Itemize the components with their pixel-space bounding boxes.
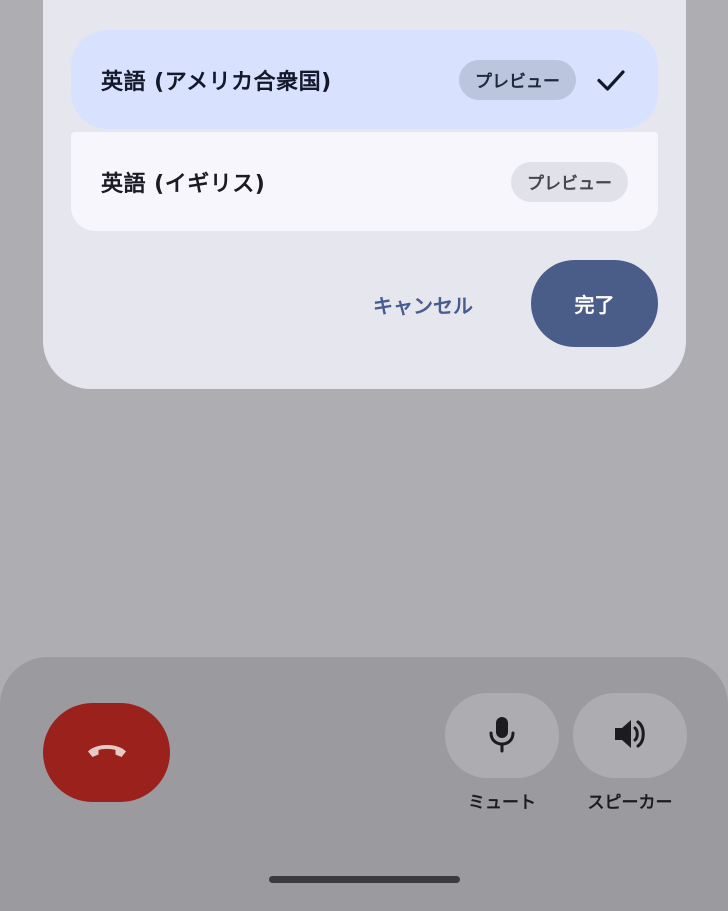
speaker-button[interactable]	[573, 693, 687, 778]
mute-label: ミュート	[468, 793, 536, 813]
language-dialog: 英語 (アメリカ合衆国) プレビュー 英語 (イギリス) プレビュー キャンセル…	[43, 0, 686, 389]
speaker-icon	[610, 714, 650, 758]
language-option-label: 英語 (イギリス)	[101, 171, 266, 197]
call-end-icon	[85, 739, 129, 767]
language-option-en-gb[interactable]: 英語 (イギリス) プレビュー	[71, 132, 658, 231]
microphone-icon	[485, 714, 519, 758]
language-option-en-us[interactable]: 英語 (アメリカ合衆国) プレビュー	[71, 30, 658, 129]
language-option-label: 英語 (アメリカ合衆国)	[101, 69, 332, 95]
speaker-label: スピーカー	[587, 793, 673, 813]
check-icon	[594, 63, 628, 97]
dialog-actions: キャンセル 完了	[43, 260, 686, 348]
cancel-button[interactable]: キャンセル	[353, 276, 493, 332]
hangup-button[interactable]	[43, 703, 170, 802]
speaker-control: スピーカー	[573, 693, 687, 813]
home-indicator[interactable]	[269, 876, 460, 883]
done-button[interactable]: 完了	[531, 260, 658, 347]
mute-control: ミュート	[445, 693, 559, 813]
preview-button[interactable]: プレビュー	[459, 59, 576, 100]
preview-button[interactable]: プレビュー	[511, 161, 628, 202]
mute-button[interactable]	[445, 693, 559, 778]
call-controls-bar: ミュート スピーカー	[0, 657, 728, 911]
